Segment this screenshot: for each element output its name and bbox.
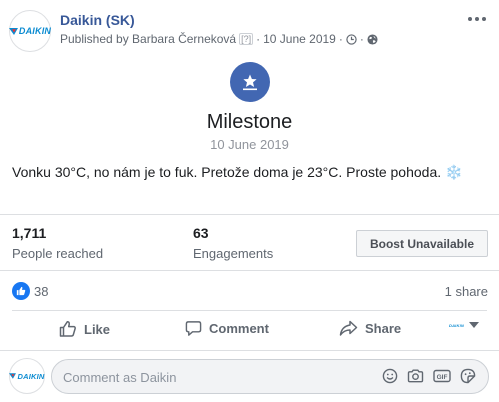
meta-separator: · [256, 32, 261, 46]
info-tag[interactable]: [?] [239, 33, 254, 45]
engagements-label: Engagements [193, 246, 274, 261]
daikin-logo-text: DAIKIN [449, 322, 464, 328]
milestone-title: Milestone [206, 111, 293, 133]
page-name-link[interactable]: Daikin (SK) [60, 12, 135, 28]
share-arrow-icon [339, 320, 358, 337]
people-reached-stat[interactable]: 1,711 People reached [12, 225, 103, 261]
globe-icon[interactable] [367, 33, 378, 45]
more-dot-icon [475, 17, 479, 21]
more-dot-icon [482, 17, 486, 21]
snowflake-emoji: ❄️ [445, 164, 463, 180]
boost-unavailable-button[interactable]: Boost Unavailable [356, 230, 488, 257]
more-dot-icon [468, 17, 472, 21]
comment-input[interactable]: Comment as Daikin GIF [51, 359, 489, 394]
post-meta: Published by Barbara Černeková [?] · 10 … [60, 32, 378, 46]
page-avatar[interactable]: DAIKIN [8, 10, 52, 52]
like-label: Like [84, 321, 111, 337]
speech-bubble-icon [185, 320, 202, 337]
milestone-date: 10 June 2019 [210, 137, 289, 152]
daikin-logo-mark-icon [8, 27, 18, 35]
post-body-text: Vonku 30°C, no nám je to fuk. Pretože do… [12, 164, 442, 180]
gif-icon[interactable]: GIF [433, 368, 451, 389]
daikin-logo: DAIKIN [9, 372, 44, 381]
chevron-down-icon [468, 322, 479, 328]
share-button[interactable]: Share [339, 320, 401, 337]
star-flag-icon [230, 62, 270, 102]
divider [0, 270, 499, 271]
share-count[interactable]: 1 share [445, 284, 488, 299]
divider [0, 350, 499, 351]
people-reached-value: 1,711 [12, 225, 47, 241]
meta-separator: · [359, 32, 364, 46]
comment-label: Comment [209, 321, 269, 336]
engagements-value: 63 [193, 225, 209, 241]
post-as-selector[interactable]: DAIKIN [449, 322, 479, 328]
like-button[interactable]: Like [59, 320, 110, 338]
share-label: Share [365, 321, 402, 336]
sticker-icon[interactable] [460, 368, 476, 389]
reaction-count[interactable]: 38 [34, 284, 48, 299]
daikin-logo-mark-icon [9, 373, 17, 379]
divider [0, 214, 499, 215]
divider [12, 310, 487, 311]
comment-button[interactable]: Comment [185, 320, 269, 337]
more-options-button[interactable] [466, 12, 488, 26]
svg-text:GIF: GIF [437, 374, 448, 381]
comment-placeholder: Comment as Daikin [63, 370, 177, 385]
clock-icon [346, 33, 357, 45]
thumbs-up-outline-icon [59, 320, 77, 338]
camera-icon[interactable] [407, 368, 424, 389]
smiley-icon[interactable] [382, 368, 398, 389]
commenter-avatar[interactable]: DAIKIN [9, 358, 45, 394]
composer-icons: GIF [382, 368, 476, 389]
daikin-logo: DAIKIN [8, 26, 52, 36]
post-card: DAIKIN Daikin (SK) Published by Barbara … [0, 0, 499, 402]
published-by[interactable]: Published by Barbara Černeková [60, 32, 236, 46]
daikin-logo-text: DAIKIN [17, 371, 45, 381]
meta-separator: · [338, 32, 343, 46]
post-date[interactable]: 10 June 2019 [263, 32, 336, 46]
post-text: Vonku 30°C, no nám je to fuk. Pretože do… [12, 164, 462, 181]
thumbs-up-icon[interactable] [12, 282, 30, 300]
daikin-logo: DAIKIN [449, 323, 464, 328]
daikin-logo-text: DAIKIN [18, 26, 52, 36]
people-reached-label: People reached [12, 246, 104, 261]
engagements-stat[interactable]: 63 Engagements [193, 225, 273, 261]
